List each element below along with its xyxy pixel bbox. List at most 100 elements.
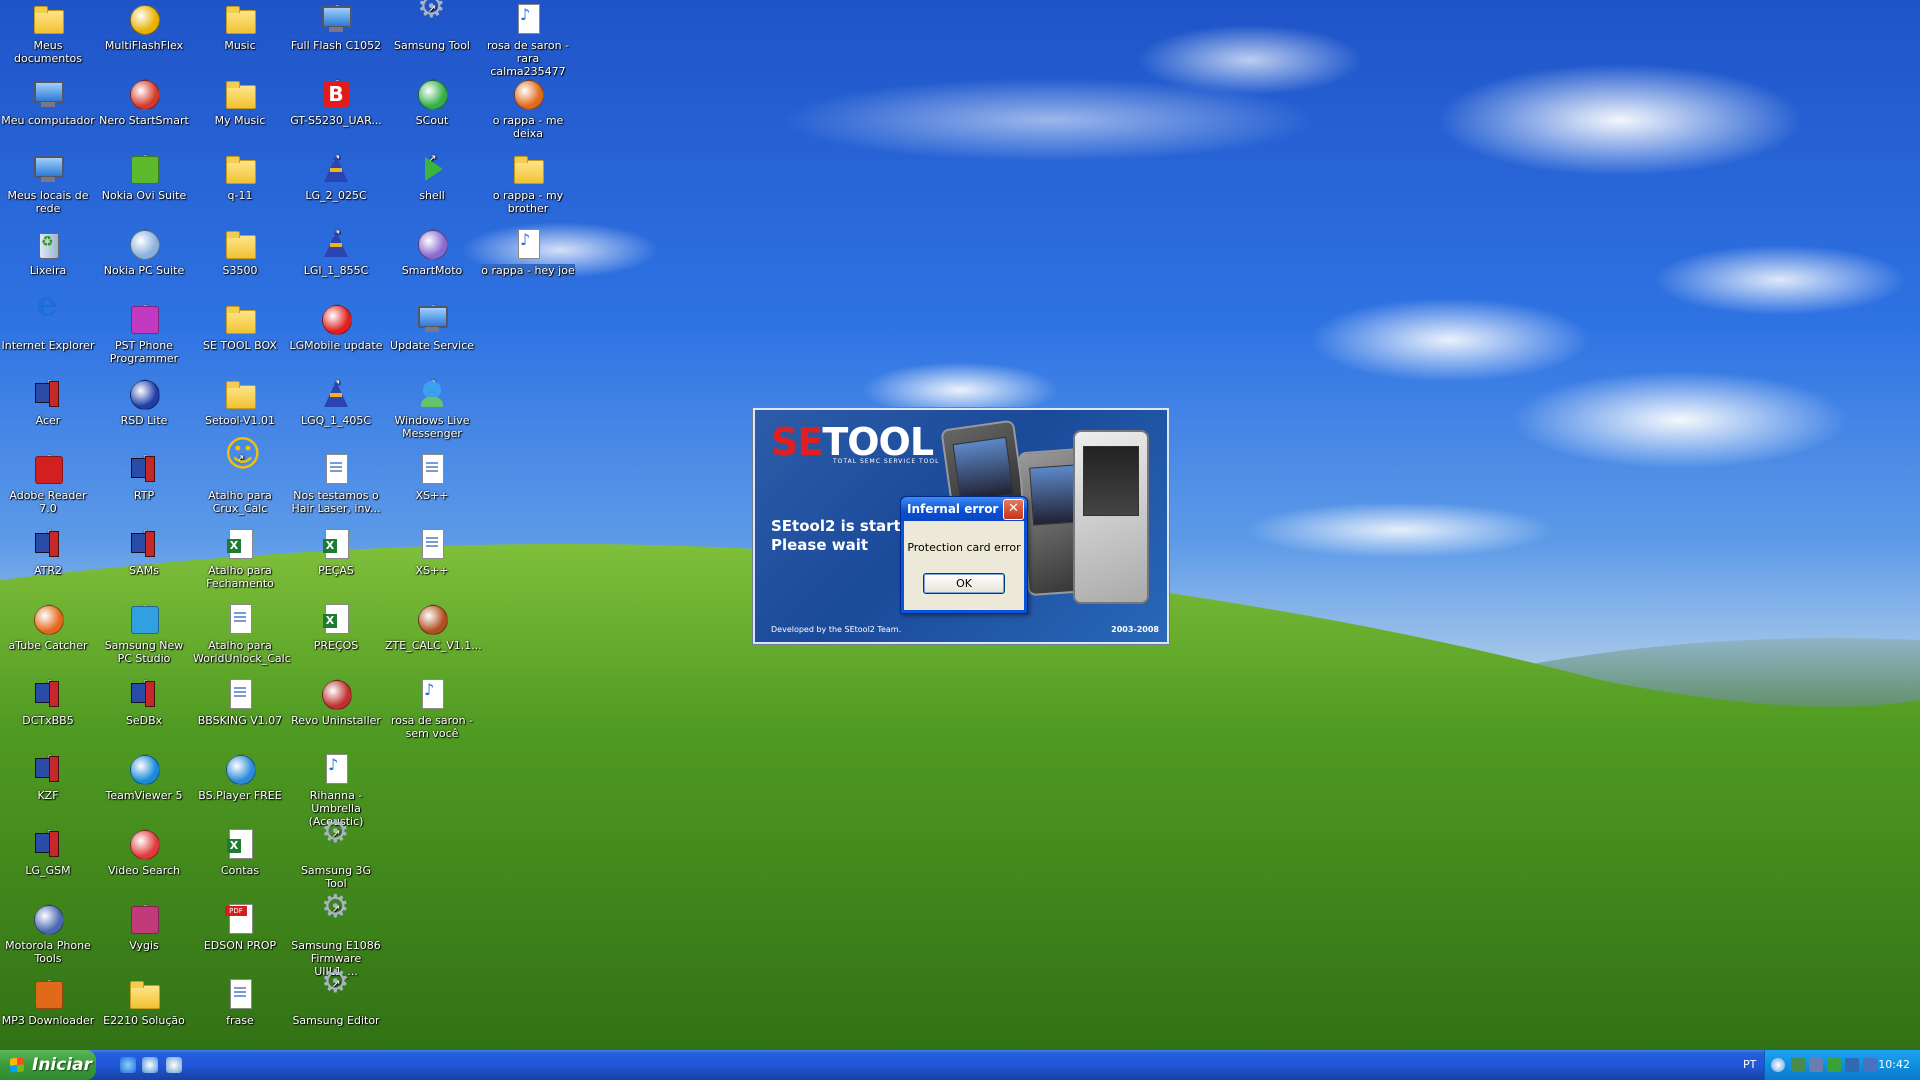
security-icon[interactable] bbox=[1827, 1058, 1841, 1072]
desktop-icon[interactable]: ↗ Revo Uninstaller bbox=[289, 677, 383, 727]
start-button[interactable]: Iniciar bbox=[0, 1050, 96, 1080]
desktop-icon[interactable]: ↗ frase bbox=[193, 977, 287, 1027]
desktop-icon[interactable]: Internet Explorer bbox=[1, 298, 95, 352]
desktop-icon[interactable]: Meu computador bbox=[1, 77, 95, 127]
desktop-icon-label: LG_GSM bbox=[25, 864, 71, 877]
desktop-icon[interactable]: ↗ shell bbox=[385, 152, 479, 202]
desktop-icon[interactable]: ↗ GT-S5230_UAR... bbox=[289, 77, 383, 127]
network-icon[interactable] bbox=[1791, 1058, 1805, 1072]
desktop-icon-label: PEÇAS bbox=[318, 564, 354, 577]
desktop-icon[interactable]: SE TOOL BOX bbox=[193, 302, 287, 352]
desktop-icon[interactable]: ↗ DCTxBB5 bbox=[1, 677, 95, 727]
application-icon: ↗ bbox=[319, 227, 353, 261]
desktop-icon-label: MP3 Downloader bbox=[1, 1014, 95, 1027]
desktop-icon[interactable]: ↗ Contas bbox=[193, 827, 287, 877]
desktop-icon[interactable]: ↗ MultiFlashFlex bbox=[97, 2, 191, 52]
clock[interactable]: 10:42 bbox=[1878, 1050, 1910, 1080]
desktop-icon[interactable]: ↗ SmartMoto bbox=[385, 227, 479, 277]
desktop-icon[interactable]: ↗ Update Service bbox=[385, 302, 479, 352]
desktop-icon[interactable]: ↗Samsung 3G Tool bbox=[289, 825, 383, 890]
desktop-icon[interactable]: ↗ PST Phone Programmer bbox=[97, 302, 191, 365]
desktop-icon[interactable]: Lixeira bbox=[1, 227, 95, 277]
desktop-icon[interactable]: ↗ Samsung Tool bbox=[385, 0, 479, 52]
desktop-icon-label: MultiFlashFlex bbox=[104, 39, 184, 52]
shield-icon[interactable] bbox=[1845, 1058, 1859, 1072]
desktop-icon[interactable]: My Music bbox=[193, 77, 287, 127]
application-icon: ↗ bbox=[127, 152, 161, 186]
desktop-icon[interactable]: ↗ Nokia PC Suite bbox=[97, 227, 191, 277]
desktop-icon-grid: Meus documentos Meu computador Meus locais… bbox=[0, 0, 600, 1040]
desktop-icon[interactable]: ↗ aTube Catcher bbox=[1, 602, 95, 652]
desktop-icon[interactable]: ↗ ZTE_CALC_V1.1... bbox=[385, 602, 482, 652]
language-indicator[interactable]: PT bbox=[1743, 1050, 1756, 1080]
desktop-shortcut-icon[interactable] bbox=[166, 1057, 182, 1073]
internet-explorer-icon[interactable] bbox=[120, 1057, 136, 1073]
desktop-icon[interactable]: q-11 bbox=[193, 152, 287, 202]
desktop-icon[interactable]: ↗ Vygis bbox=[97, 902, 191, 952]
desktop-icon[interactable]: o rappa - my brother bbox=[481, 152, 575, 215]
desktop-icon-label: Atalho para Fechamento bbox=[206, 564, 274, 590]
desktop-icon[interactable]: Meus locais de rede bbox=[1, 152, 95, 215]
desktop-icon[interactable]: ↗ SeDBx bbox=[97, 677, 191, 727]
desktop-icon-label: q-11 bbox=[227, 189, 253, 202]
desktop-icon[interactable]: ↗ PREÇOS bbox=[289, 602, 383, 652]
desktop-icon[interactable]: ↗ KZF bbox=[1, 752, 95, 802]
desktop-icon[interactable]: ↗ Full Flash C1052 bbox=[289, 2, 383, 52]
desktop-icon[interactable]: ↗ SAMs bbox=[97, 527, 191, 577]
desktop-icon[interactable]: ↗ XS++ bbox=[385, 527, 479, 577]
desktop-icon-label: o rappa - hey joe bbox=[481, 264, 575, 277]
arrow-left-icon[interactable] bbox=[1771, 1058, 1785, 1072]
desktop-icon-label: Nero StartSmart bbox=[99, 114, 189, 127]
desktop-icon[interactable]: ↗ PEÇAS bbox=[289, 527, 383, 577]
desktop-icon[interactable]: ↗ Nokia Ovi Suite bbox=[97, 152, 191, 202]
folder-icon bbox=[223, 2, 257, 36]
close-button[interactable]: ✕ bbox=[1003, 499, 1024, 520]
desktop-icon[interactable]: ↗ rosa de saron - sem você bbox=[385, 677, 479, 740]
monitor-icon[interactable] bbox=[1809, 1058, 1823, 1072]
desktop-icon[interactable]: ↗ Acer bbox=[1, 377, 95, 427]
desktop-icon[interactable]: ↗ LGMobile update bbox=[289, 302, 383, 352]
desktop-icon[interactable]: ↗ EDSON PROP bbox=[193, 902, 287, 952]
desktop-icon[interactable]: ↗ LGQ_1_405C bbox=[289, 377, 383, 427]
desktop-icon[interactable]: ↗ LG_GSM bbox=[1, 827, 95, 877]
desktop-icon[interactable]: ↗ Atalho para Crux_Calc bbox=[193, 448, 287, 515]
desktop-icon[interactable]: Music bbox=[193, 2, 287, 52]
desktop-icon[interactable]: ↗ Motorola Phone Tools bbox=[1, 902, 95, 965]
desktop-icon[interactable]: ↗ Video Search bbox=[97, 827, 191, 877]
desktop-icon-label: Acer bbox=[35, 414, 61, 427]
application-icon: ↗ bbox=[127, 752, 161, 786]
desktop-icon[interactable]: ↗ LG_2_025C bbox=[289, 152, 383, 202]
desktop-icon[interactable]: ↗ RSD Lite bbox=[97, 377, 191, 427]
desktop-icon[interactable]: ↗ BS.Player FREE bbox=[193, 752, 287, 802]
desktop-icon[interactable]: ↗ o rappa - hey joe bbox=[481, 227, 575, 277]
application-icon: ↗ bbox=[319, 825, 353, 861]
desktop-icon[interactable]: ↗ LGI_1_855C bbox=[289, 227, 383, 277]
desktop-icon[interactable]: S3500 bbox=[193, 227, 287, 277]
desktop-icon[interactable]: ↗ Nero StartSmart bbox=[97, 77, 191, 127]
dialog-titlebar[interactable]: Infernal error ✕ bbox=[901, 497, 1027, 521]
desktop-icon[interactable]: ↗ Atalho para WorldUnlock_Calc bbox=[193, 602, 291, 665]
ok-button[interactable]: OK bbox=[923, 573, 1005, 594]
desktop-icon[interactable]: ↗ XS++ bbox=[385, 452, 479, 502]
desktop-icon[interactable]: ↗ RTP bbox=[97, 452, 191, 502]
error-dialog[interactable]: Infernal error ✕ Protection card error O… bbox=[900, 496, 1028, 614]
desktop-icon[interactable]: ↗rosa de saron - rara calma235477 bbox=[481, 2, 575, 78]
desktop-icon[interactable]: E2210 Solução bbox=[97, 977, 191, 1027]
desktop-icon[interactable]: Setool-V1.01 bbox=[193, 377, 287, 427]
desktop-icon[interactable]: ↗ o rappa - me deixa bbox=[481, 77, 575, 140]
desktop-icon[interactable]: ↗ ATR2 bbox=[1, 527, 95, 577]
desktop-icon[interactable]: ↗ TeamViewer 5 bbox=[97, 752, 191, 802]
desktop-icon[interactable]: ↗ SCout bbox=[385, 77, 479, 127]
desktop-icon[interactable]: ↗ Windows Live Messenger bbox=[385, 377, 479, 440]
desktop-icon[interactable]: ↗ Samsung Editor bbox=[289, 975, 383, 1027]
display-icon[interactable] bbox=[1863, 1058, 1877, 1072]
media-player-icon[interactable] bbox=[142, 1057, 158, 1073]
desktop-icon[interactable]: ↗ Adobe Reader 7.0 bbox=[1, 452, 95, 515]
desktop-icon[interactable]: ↗ BBSKING V1.07 bbox=[193, 677, 287, 727]
desktop-icon[interactable]: Meus documentos bbox=[1, 2, 95, 65]
desktop-icon-label: SAMs bbox=[129, 564, 159, 577]
desktop-icon[interactable]: ↗ Atalho para Fechamento bbox=[193, 527, 287, 590]
desktop-icon[interactable]: ↗ Nos testamos o Hair Laser, inv... bbox=[289, 452, 383, 515]
desktop-icon[interactable]: ↗ MP3 Downloader bbox=[1, 977, 95, 1027]
desktop-icon[interactable]: ↗ Samsung New PC Studio bbox=[97, 602, 191, 665]
